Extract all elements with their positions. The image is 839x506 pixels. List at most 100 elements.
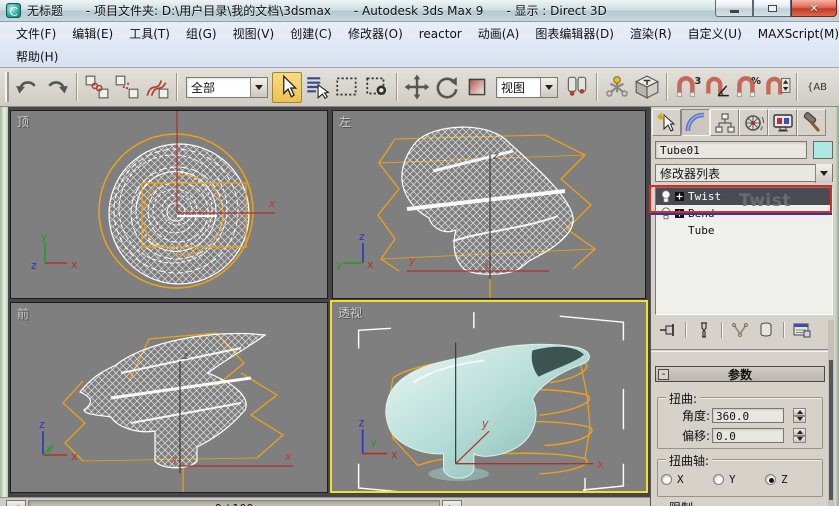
viewport-front[interactable]: 前 z x y z x y <box>10 302 328 493</box>
persp-tripod-z: z <box>359 416 365 429</box>
stack-item-bend[interactable]: Bend <box>656 205 832 222</box>
menu-maxscript[interactable]: MAXScript(M) <box>750 25 839 43</box>
menu-animation[interactable]: 动画(A) <box>470 23 528 44</box>
unlink-icon <box>115 75 139 99</box>
modifier-list-label: 修改器列表 <box>660 166 721 181</box>
tab-hierarchy[interactable] <box>710 109 739 136</box>
panel-scrollbar[interactable] <box>828 320 834 506</box>
viewport-top[interactable]: 顶 x y x z <box>10 110 328 299</box>
viewport-top-label[interactable]: 顶 <box>17 113 29 130</box>
window-crossing-button[interactable] <box>362 72 392 103</box>
select-and-scale-button[interactable] <box>462 72 492 103</box>
make-unique-button[interactable] <box>727 321 753 339</box>
pin-stack-button[interactable] <box>655 321 681 339</box>
visibility-bulb-icon[interactable] <box>661 190 671 203</box>
show-end-result-button[interactable] <box>691 321 717 339</box>
viewport-front-label[interactable]: 前 <box>17 305 29 322</box>
stack-item-label: Bend <box>688 207 715 220</box>
menu-tools[interactable]: 工具(T) <box>121 23 178 44</box>
configure-sets-icon <box>793 323 811 337</box>
axis-y-option[interactable]: Y <box>713 473 765 486</box>
undo-button[interactable] <box>12 72 42 103</box>
menu-graph-editors[interactable]: 图表编辑器(D) <box>527 23 622 44</box>
stack-item-tube[interactable]: Tube <box>656 222 832 239</box>
object-name-field[interactable]: Tube01 <box>655 141 807 159</box>
select-and-rotate-button[interactable] <box>432 72 462 103</box>
unlink-button[interactable] <box>112 72 142 103</box>
visibility-bulb-icon[interactable] <box>661 207 671 220</box>
angle-label: 角度: <box>681 409 710 423</box>
menu-file[interactable]: 文件(F) <box>8 23 64 44</box>
select-by-name-icon <box>307 77 330 100</box>
bias-spin-down[interactable] <box>793 435 806 443</box>
angle-spin-up[interactable] <box>793 408 806 416</box>
link-button[interactable] <box>82 72 112 103</box>
tab-display[interactable] <box>768 109 797 136</box>
bias-label: 偏移: <box>681 429 710 443</box>
select-and-move-button[interactable] <box>402 72 432 103</box>
window-frame-left <box>0 107 8 506</box>
bias-spin-up[interactable] <box>793 428 806 436</box>
named-sets-icon: {AB <box>806 81 828 93</box>
parameters-rollout-header[interactable]: - 参数 <box>655 366 825 382</box>
selection-filter-dropdown[interactable]: 全部 <box>186 76 268 98</box>
close-button[interactable]: ✕ <box>791 0 837 17</box>
prev-frame-icon: < <box>12 503 20 506</box>
time-slider-track[interactable]: 0 / 100 <box>28 500 440 506</box>
viewport-perspective-label[interactable]: 透视 <box>338 304 362 321</box>
menu-customize[interactable]: 自定义(U) <box>680 23 750 44</box>
restore-button[interactable] <box>753 0 791 17</box>
panel-scrollbar-thumb[interactable] <box>829 360 833 500</box>
axis-z-option[interactable]: Z <box>765 473 817 486</box>
menu-rendering[interactable]: 渲染(R) <box>622 23 680 44</box>
angle-spin-down[interactable] <box>793 415 806 423</box>
tab-utilities[interactable] <box>797 109 826 136</box>
modifier-list-dropdown[interactable]: 修改器列表 <box>655 163 833 183</box>
remove-modifier-button[interactable] <box>753 321 779 339</box>
named-selection-sets-button[interactable]: {AB <box>802 72 832 103</box>
window-title: 无标题 - 项目文件夹: D:\用户目录\我的文档\3dsmax - Autod… <box>27 4 607 18</box>
menu-views[interactable]: 视图(V) <box>225 23 283 44</box>
angle-spinner <box>793 408 806 423</box>
use-pivot-center-button[interactable] <box>562 72 592 103</box>
viewport-left[interactable]: 左 z y x z y x <box>332 110 646 299</box>
menu-edit[interactable]: 编辑(E) <box>64 23 121 44</box>
menu-modifiers[interactable]: 修改器(O) <box>340 23 411 44</box>
menu-reactor[interactable]: reactor <box>411 25 470 43</box>
expand-plus-icon[interactable] <box>675 192 684 201</box>
expand-plus-icon[interactable] <box>675 209 684 218</box>
object-color-swatch[interactable] <box>813 141 833 159</box>
redo-button[interactable] <box>42 72 72 103</box>
menu-create[interactable]: 创建(C) <box>282 23 340 44</box>
tab-motion[interactable] <box>739 109 768 136</box>
tab-modify[interactable] <box>681 109 710 136</box>
angle-snap-button[interactable] <box>702 72 732 103</box>
bind-spacewarp-button[interactable] <box>142 72 172 103</box>
select-object-button[interactable] <box>272 71 302 103</box>
percent-snap-button[interactable]: % <box>732 72 762 103</box>
rotate-icon <box>436 77 458 99</box>
spinner-snap-button[interactable] <box>762 72 792 103</box>
viewport-perspective[interactable]: 透视 x y z y x <box>330 300 648 493</box>
toolbar-grip[interactable] <box>5 72 9 102</box>
axis-x-option[interactable]: X <box>661 473 713 486</box>
prev-frame-button[interactable]: < <box>6 500 26 506</box>
tab-create[interactable] <box>652 109 681 136</box>
snap-toggle-3d-button[interactable]: 3 <box>672 72 702 103</box>
configure-modifier-sets-button[interactable] <box>789 321 815 339</box>
stack-item-twist[interactable]: Twist <box>656 188 832 205</box>
select-and-manipulate-button[interactable] <box>602 72 632 103</box>
select-by-name-button[interactable] <box>302 72 332 103</box>
next-frame-button[interactable]: > <box>442 500 462 506</box>
left-tripod-y: y <box>336 258 343 271</box>
coordinate-system-dropdown[interactable]: 视图 <box>496 76 558 98</box>
viewport-left-label[interactable]: 左 <box>339 113 351 130</box>
menu-help[interactable]: 帮助(H) <box>8 46 66 67</box>
stack-toolbar <box>655 320 833 340</box>
menu-group[interactable]: 组(G) <box>178 23 225 44</box>
keyboard-override-button[interactable] <box>632 72 662 103</box>
bias-field[interactable]: 0.0 <box>712 428 784 443</box>
angle-field[interactable]: 360.0 <box>712 408 784 423</box>
rectangular-selection-region-button[interactable] <box>332 72 362 103</box>
minimize-button[interactable] <box>715 0 753 17</box>
